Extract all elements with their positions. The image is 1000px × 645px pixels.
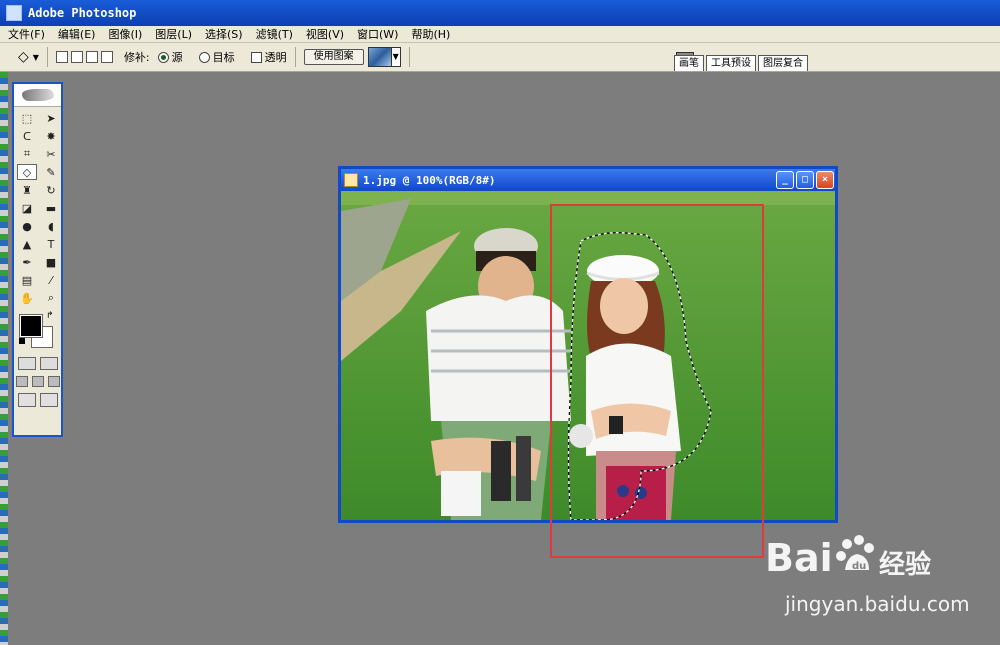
intersect-selection-icon[interactable] bbox=[100, 51, 113, 63]
menu-bar: 文件(F) 编辑(E) 图像(I) 图层(L) 选择(S) 滤镜(T) 视图(V… bbox=[0, 26, 1000, 43]
slice-icon[interactable]: ✂ bbox=[41, 146, 61, 162]
subtract-selection-icon[interactable] bbox=[85, 51, 98, 63]
menu-window[interactable]: 窗口(W) bbox=[357, 26, 398, 42]
menu-file[interactable]: 文件(F) bbox=[8, 26, 45, 42]
pattern-picker-swatch[interactable] bbox=[367, 47, 392, 67]
background-desktop-strip bbox=[0, 72, 8, 645]
feather-logo-icon bbox=[21, 89, 54, 101]
standard-screen-button[interactable] bbox=[15, 376, 28, 387]
use-pattern-button[interactable]: 使用图案 bbox=[303, 49, 364, 65]
transparent-checkbox[interactable] bbox=[250, 51, 262, 63]
clone-stamp-icon[interactable]: ♜ bbox=[17, 182, 37, 198]
brush-icon[interactable]: ✎ bbox=[41, 164, 61, 180]
watermark-brand: Bai bbox=[765, 536, 833, 580]
blur-icon[interactable]: ● bbox=[17, 218, 37, 234]
add-selection-icon[interactable] bbox=[70, 51, 83, 63]
tab-layer-comps[interactable]: 图层复合 bbox=[758, 55, 808, 71]
tab-brushes[interactable]: 画笔 bbox=[674, 55, 704, 71]
color-swatches: ↱ bbox=[14, 311, 61, 351]
close-button[interactable]: × bbox=[816, 171, 834, 189]
zoom-icon[interactable]: ⌕ bbox=[41, 290, 61, 306]
pen-icon[interactable]: ✒ bbox=[17, 254, 37, 270]
toolbox-header[interactable] bbox=[14, 84, 61, 107]
target-radio[interactable] bbox=[198, 51, 210, 63]
toolbox: ⬚ ➤ ᑕ ✸ ⌗ ✂ ◇ ✎ ♜ ↻ ◪ ▬ ● ◖ ▲ T ✒ ■ ▤ ⁄ ✋ ⌕ ↱ bbox=[12, 82, 63, 437]
gradient-icon[interactable]: ▬ bbox=[41, 200, 61, 216]
dodge-icon[interactable]: ◖ bbox=[41, 218, 61, 234]
preset-dropdown-arrow-icon[interactable]: ▼ bbox=[33, 53, 39, 62]
hand-icon[interactable]: ✋ bbox=[17, 290, 37, 306]
move-icon[interactable]: ➤ bbox=[41, 110, 61, 126]
tab-tool-presets[interactable]: 工具预设 bbox=[706, 55, 756, 71]
document-titlebar[interactable]: 1.jpg @ 100%(RGB/8#) _ □ × bbox=[341, 169, 835, 191]
shape-icon[interactable]: ■ bbox=[41, 254, 61, 270]
target-label: 目标 bbox=[212, 51, 235, 64]
eyedropper-icon[interactable]: ⁄ bbox=[41, 272, 61, 288]
jump-to-imageready-button[interactable] bbox=[17, 393, 36, 407]
baidu-jingyan-watermark: Bai du 经验 jingyan.baidu.com bbox=[765, 535, 970, 626]
jump-secondary-button[interactable] bbox=[39, 393, 58, 407]
document-icon bbox=[344, 173, 358, 187]
new-selection-icon[interactable] bbox=[55, 51, 68, 63]
foreground-color-swatch[interactable] bbox=[19, 314, 43, 338]
patch-icon[interactable]: ◇ bbox=[17, 164, 37, 180]
tool-grid: ⬚ ➤ ᑕ ✸ ⌗ ✂ ◇ ✎ ♜ ↻ ◪ ▬ ● ◖ ▲ T ✒ ■ ▤ ⁄ ✋ ⌕ bbox=[14, 107, 61, 306]
transparent-label: 透明 bbox=[264, 51, 287, 64]
source-label: 源 bbox=[171, 51, 183, 64]
palette-well: 画笔 工具预设 图层复合 bbox=[670, 45, 1000, 71]
jump-row bbox=[14, 393, 61, 407]
menu-image[interactable]: 图像(I) bbox=[108, 26, 142, 42]
standard-mode-button[interactable] bbox=[17, 357, 36, 370]
window-buttons: _ □ × bbox=[776, 171, 834, 189]
quick-mask-button[interactable] bbox=[39, 357, 58, 370]
source-radio[interactable] bbox=[157, 51, 169, 63]
maximize-button[interactable]: □ bbox=[796, 171, 814, 189]
full-screen-menu-button[interactable] bbox=[31, 376, 44, 387]
options-separator bbox=[46, 47, 48, 67]
options-separator bbox=[294, 47, 296, 67]
menu-layer[interactable]: 图层(L) bbox=[155, 26, 192, 42]
full-screen-button[interactable] bbox=[47, 376, 60, 387]
menu-view[interactable]: 视图(V) bbox=[306, 26, 344, 42]
red-highlight-box bbox=[550, 204, 764, 558]
path-select-icon[interactable]: ▲ bbox=[17, 236, 37, 252]
baidu-paw-icon: du bbox=[836, 535, 874, 572]
magic-wand-icon[interactable]: ✸ bbox=[41, 128, 61, 144]
watermark-url: jingyan.baidu.com bbox=[785, 592, 970, 616]
menu-filter[interactable]: 滤镜(T) bbox=[256, 26, 293, 42]
pattern-dropdown-arrow-icon[interactable]: ▼ bbox=[391, 47, 401, 67]
marquee-icon[interactable]: ⬚ bbox=[17, 110, 37, 126]
lasso-icon[interactable]: ᑕ bbox=[17, 128, 37, 144]
app-title: Adobe Photoshop bbox=[28, 6, 137, 20]
photoshop-app-icon bbox=[6, 5, 22, 21]
swap-colors-icon[interactable]: ↱ bbox=[46, 311, 54, 321]
default-colors-icon[interactable] bbox=[19, 338, 25, 344]
notes-icon[interactable]: ▤ bbox=[17, 272, 37, 288]
eraser-icon[interactable]: ◪ bbox=[17, 200, 37, 216]
type-icon[interactable]: T bbox=[41, 236, 61, 252]
menu-select[interactable]: 选择(S) bbox=[205, 26, 243, 42]
minimize-button[interactable]: _ bbox=[776, 171, 794, 189]
document-title: 1.jpg @ 100%(RGB/8#) bbox=[363, 173, 496, 187]
quick-mask-row bbox=[14, 357, 61, 370]
patch-label: 修补: bbox=[123, 51, 150, 64]
menu-help[interactable]: 帮助(H) bbox=[411, 26, 450, 42]
app-titlebar: Adobe Photoshop bbox=[0, 0, 1000, 26]
watermark-brand-cn: 经验 bbox=[879, 550, 932, 580]
menu-edit[interactable]: 编辑(E) bbox=[58, 26, 96, 42]
crop-icon[interactable]: ⌗ bbox=[17, 146, 37, 162]
options-separator bbox=[408, 47, 410, 67]
patch-tool-preset-icon[interactable]: ◇ bbox=[18, 49, 29, 65]
screen-mode-row bbox=[14, 376, 61, 387]
svg-text:du: du bbox=[852, 561, 866, 572]
history-brush-icon[interactable]: ↻ bbox=[41, 182, 61, 198]
